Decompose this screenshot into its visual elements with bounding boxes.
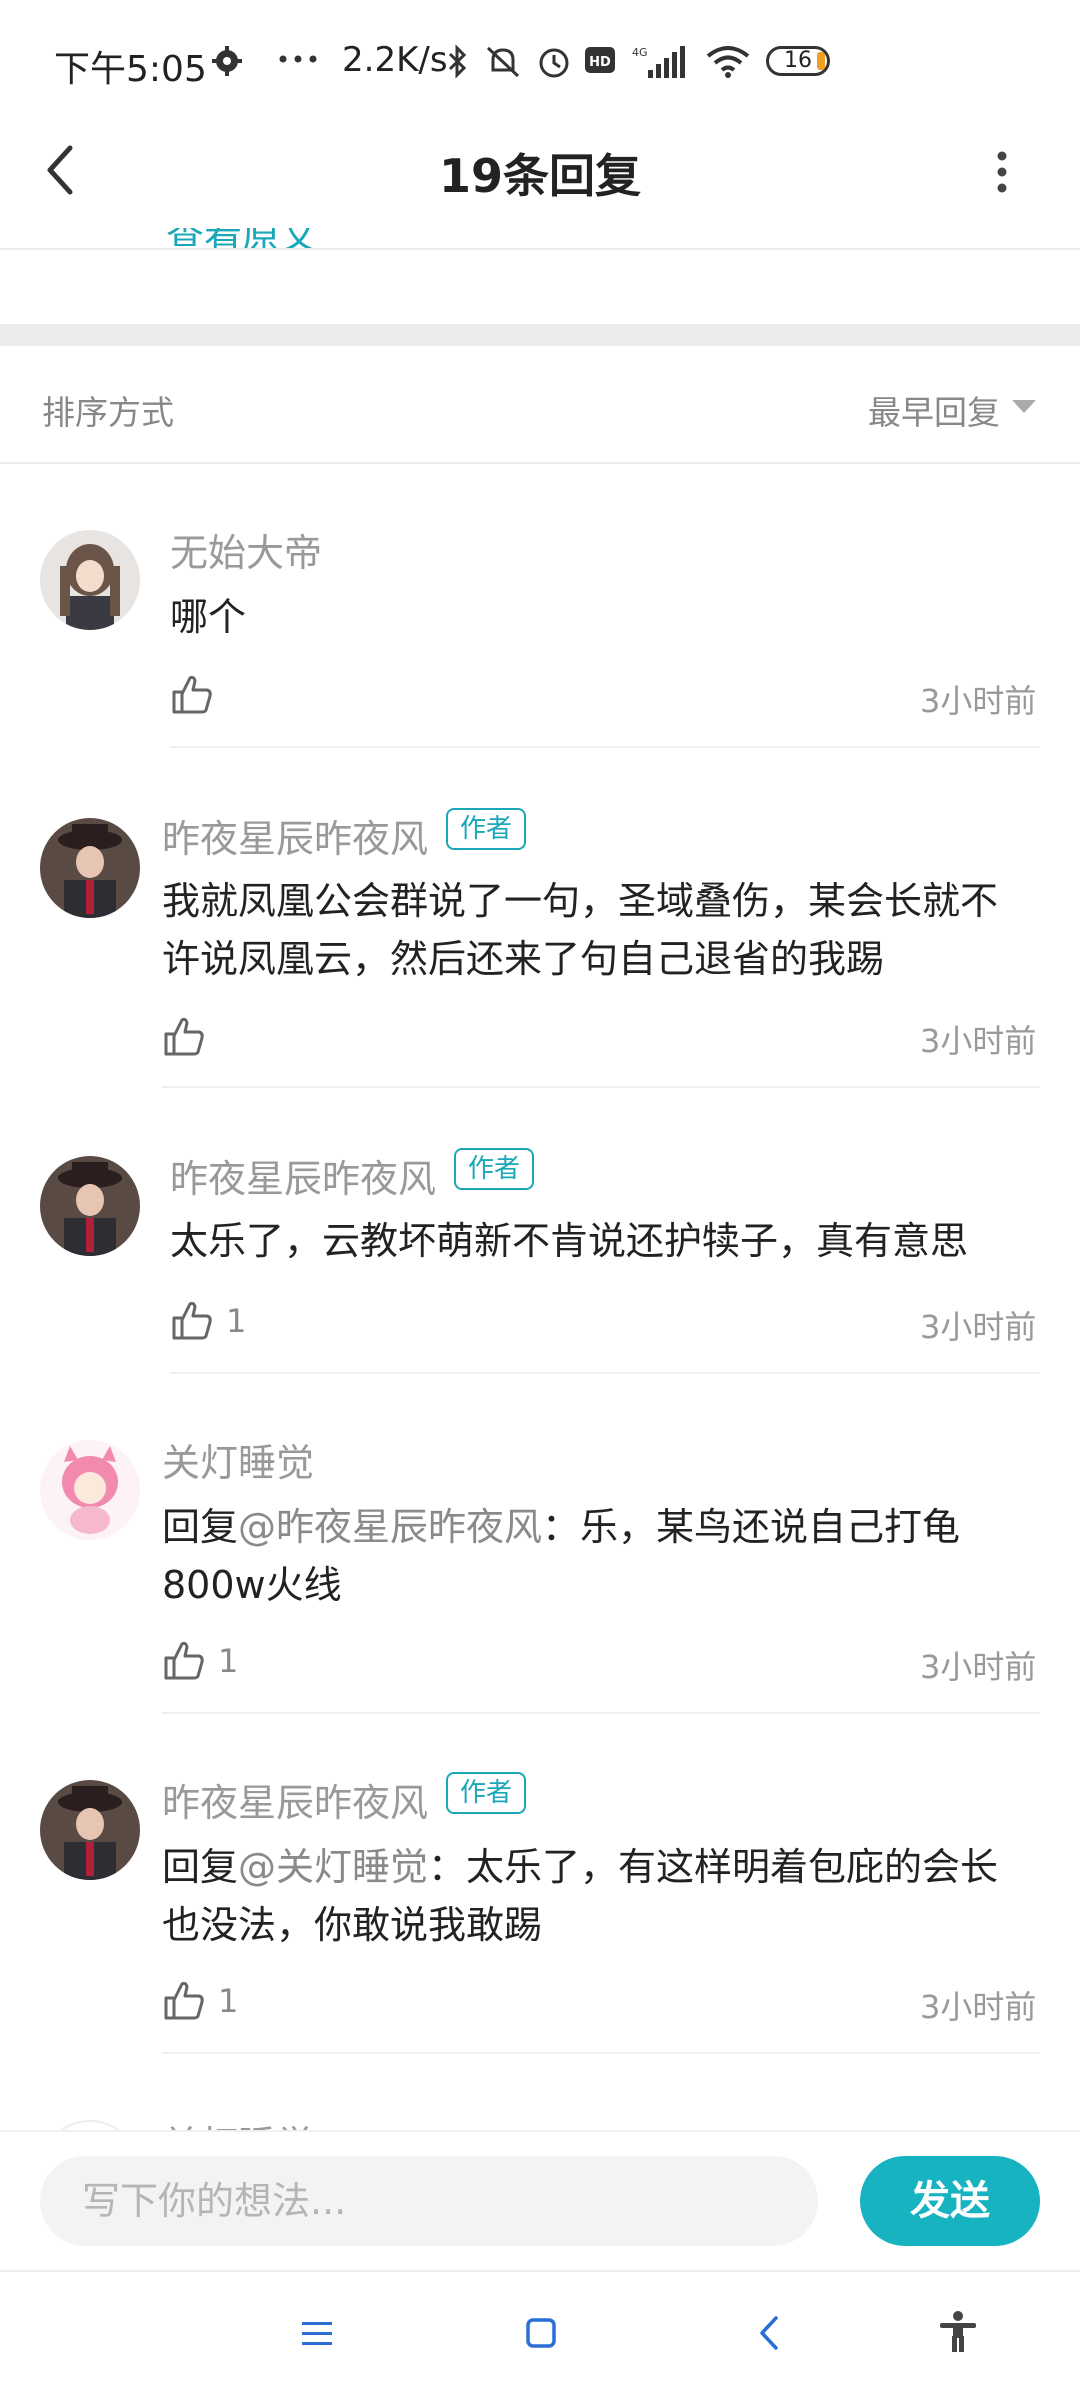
avatar[interactable] — [40, 1440, 140, 1540]
comment-author[interactable]: 昨夜星辰昨夜风 — [170, 1148, 436, 1203]
comment-content: 回复@昨夜星辰昨夜风：乐，某鸟还说自己打龟 800w火线 — [162, 1498, 960, 1614]
like-count: 1 — [218, 1982, 239, 2020]
more-dots-icon — [279, 55, 317, 63]
svg-text:HD: HD — [589, 55, 611, 70]
header-divider — [0, 248, 1080, 250]
home-icon[interactable] — [524, 2316, 558, 2350]
comment-time: 3小时前 — [920, 1308, 1037, 1346]
thumbs-up-icon[interactable] — [162, 1978, 206, 2022]
sort-label: 排序方式 — [42, 393, 174, 432]
comment-time: 3小时前 — [920, 1648, 1037, 1686]
avatar[interactable] — [40, 818, 140, 918]
mute-icon — [486, 46, 520, 78]
back-nav-icon[interactable] — [756, 2314, 782, 2352]
author-badge: 作者 — [446, 808, 527, 850]
status-time: 下午5:05 — [54, 49, 207, 90]
hd-icon: HD — [585, 47, 615, 73]
avatar[interactable] — [40, 530, 140, 630]
battery-level: 16 — [784, 48, 812, 73]
comment-content-line: 我就凤凰公会群说了一句，圣域叠伤，某会长就不 — [162, 879, 999, 923]
comment-author[interactable]: 昨夜星辰昨夜风 — [162, 1772, 428, 1827]
comment-divider — [162, 2052, 1040, 2054]
battery-icon: 16 — [766, 46, 830, 76]
comment-divider — [170, 746, 1040, 748]
comment-content: 太乐了，云教坏萌新不肯说还护犊子，真有意思 — [170, 1219, 969, 1263]
comment-input[interactable] — [40, 2156, 818, 2246]
thumbs-up-icon[interactable] — [170, 672, 214, 716]
mention-link[interactable]: @昨夜星辰昨夜风 — [238, 1505, 542, 1549]
sort-divider — [0, 462, 1080, 464]
comment-time: 3小时前 — [920, 682, 1037, 720]
thumbs-up-icon[interactable] — [162, 1014, 206, 1058]
comment-author[interactable]: 无始大帝 — [170, 522, 322, 577]
reply-prefix: 回复 — [162, 1505, 239, 1549]
thumbs-up-icon[interactable] — [170, 1298, 214, 1342]
chevron-down-icon[interactable] — [1012, 400, 1036, 413]
wifi-icon — [706, 46, 750, 78]
like-count: 1 — [218, 1642, 239, 1680]
comment-content-line: 许说凤凰云，然后还来了句自己退省的我踢 — [162, 937, 885, 981]
avatar[interactable] — [40, 1780, 140, 1880]
svg-text:4G: 4G — [632, 46, 648, 59]
comment-author[interactable]: 关灯睡觉 — [162, 2114, 314, 2130]
comment-time: 3小时前 — [920, 1022, 1037, 1060]
sort-dropdown[interactable]: 最早回复 — [868, 386, 1000, 434]
accessibility-icon[interactable] — [938, 2310, 978, 2354]
send-button[interactable]: 发送 — [860, 2156, 1040, 2246]
comment-divider — [162, 1712, 1040, 1714]
signal-icon: 4G — [632, 46, 685, 78]
bluetooth-icon — [448, 44, 467, 79]
mention-link[interactable]: @关灯睡觉 — [238, 1845, 428, 1889]
comment-content-line: 也没法，你敢说我敢踢 — [162, 1903, 543, 1947]
comment-content-line: ：太乐了，有这样明着包庇的会长 — [428, 1845, 999, 1889]
gear-icon — [212, 46, 242, 76]
menu-icon[interactable] — [300, 2318, 334, 2348]
status-bar: 下午5:05 2.2K/s HD 4G 16 — [0, 0, 1080, 120]
comment-content: 回复@关灯睡觉：太乐了，有这样明着包庇的会长 也没法，你敢说我敢踢 — [162, 1838, 998, 1954]
comment-author[interactable]: 昨夜星辰昨夜风 — [162, 808, 428, 863]
comment-time: 3小时前 — [920, 1988, 1037, 2026]
thumbs-up-icon[interactable] — [162, 1638, 206, 1682]
alarm-icon — [539, 48, 569, 78]
network-speed: 2.2K/s — [342, 40, 448, 80]
more-options-icon[interactable] — [990, 148, 1014, 196]
comment-content-line: ：乐，某鸟还说自己打龟 — [542, 1505, 961, 1549]
comment-content: 我就凤凰公会群说了一句，圣域叠伤，某会长就不 许说凤凰云，然后还来了句自己退省的… — [162, 872, 998, 988]
section-gap — [0, 324, 1080, 346]
avatar[interactable] — [40, 2120, 140, 2130]
comment-divider — [170, 1372, 1040, 1374]
avatar[interactable] — [40, 1156, 140, 1256]
page-title: 19条回复 — [438, 149, 641, 203]
comment-divider — [162, 1086, 1040, 1088]
comment-content-line: 800w火线 — [162, 1563, 342, 1607]
author-badge: 作者 — [454, 1148, 535, 1190]
view-original-link[interactable]: 查看原文 — [166, 228, 318, 250]
author-badge: 作者 — [446, 1772, 527, 1814]
comment-content: 哪个 — [170, 595, 247, 639]
reply-prefix: 回复 — [162, 1845, 239, 1889]
comment-author[interactable]: 关灯睡觉 — [162, 1432, 314, 1487]
like-count: 1 — [226, 1302, 247, 1340]
list-item-partial: 关灯睡觉 — [0, 2100, 1080, 2130]
